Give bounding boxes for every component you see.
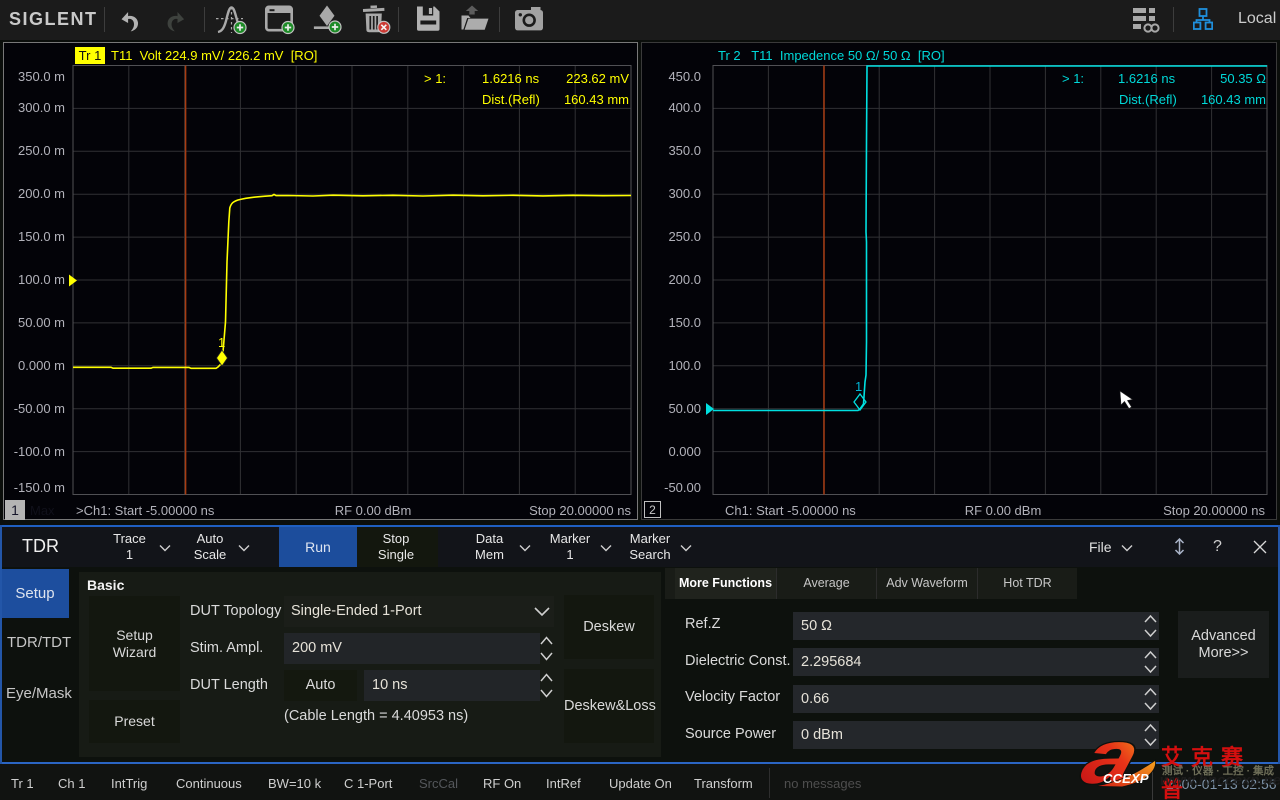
- svg-text:1: 1: [218, 335, 225, 350]
- svg-text:1: 1: [855, 379, 862, 394]
